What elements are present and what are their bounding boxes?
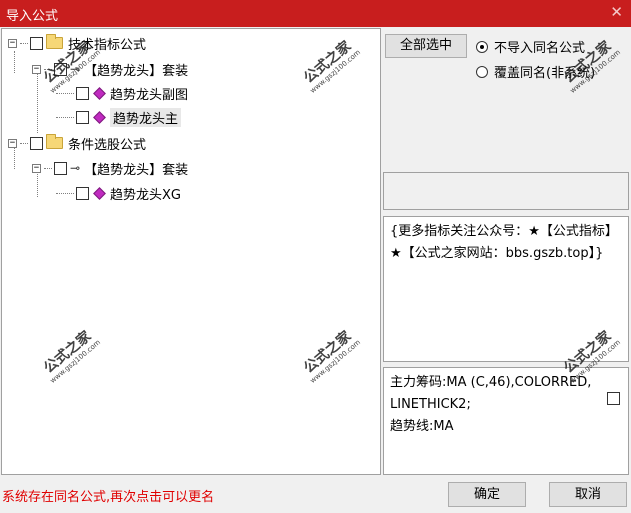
close-icon[interactable]: ✕	[610, 3, 623, 21]
folder-icon	[46, 134, 63, 149]
key-icon: ⊸	[70, 161, 81, 175]
collapse-icon[interactable]: −	[32, 163, 41, 173]
formula-tree[interactable]: − 技术指标公式 − ⊸ 【趋势龙头】套装 趋势龙头副图 趋势龙头主 − 条件选…	[1, 28, 381, 475]
node-label: 【趋势龙头】套装	[84, 162, 189, 178]
radio-icon[interactable]	[476, 65, 488, 78]
node-checkbox[interactable]	[76, 186, 89, 200]
node-checkbox[interactable]	[76, 110, 89, 124]
description-text: {更多指标关注公众号：★【公式指标】★【公式之家网站：bbs.gszb.top】…	[390, 224, 618, 261]
tree-node-formula[interactable]: 趋势龙头主	[56, 106, 182, 128]
node-label: 趋势龙头主	[110, 107, 182, 127]
preview-checkbox[interactable]	[607, 392, 620, 405]
formula-icon	[93, 86, 106, 100]
name-field[interactable]	[383, 172, 629, 210]
collapse-icon[interactable]: −	[8, 38, 17, 48]
formula-icon	[93, 186, 106, 200]
cancel-button[interactable]: 取消	[549, 482, 627, 507]
node-checkbox[interactable]	[76, 86, 89, 100]
node-checkbox[interactable]	[30, 36, 43, 50]
status-message: 系统存在同名公式,再次点击可以更名	[2, 490, 215, 505]
tree-connector	[14, 51, 15, 73]
node-label: 条件选股公式	[68, 137, 147, 153]
collapse-icon[interactable]: −	[32, 64, 41, 74]
node-checkbox[interactable]	[30, 136, 43, 150]
node-label: 趋势龙头副图	[110, 87, 189, 103]
node-label: 【趋势龙头】套装	[84, 63, 189, 79]
formula-preview-text: 主力筹码:MA (C,46),COLORRED,LINETHICK2; 趋势线:…	[390, 375, 592, 434]
tree-connector	[37, 73, 38, 133]
tree-node-stock-screening[interactable]: − 条件选股公式	[8, 132, 146, 154]
tree-node-formula[interactable]: 趋势龙头XG	[56, 182, 181, 204]
formula-preview-box: 主力筹码:MA (C,46),COLORRED,LINETHICK2; 趋势线:…	[383, 367, 629, 475]
folder-icon	[46, 34, 63, 49]
select-all-button[interactable]: 全部选中	[385, 34, 467, 58]
radio-label: 不导入同名公式	[494, 41, 586, 56]
ok-button[interactable]: 确定	[448, 482, 526, 507]
title-bar: 导入公式 ✕	[0, 0, 631, 27]
radio-selected-icon[interactable]	[476, 40, 488, 53]
tree-node-suite-2[interactable]: − ⊸ 【趋势龙头】套装	[32, 157, 188, 179]
node-checkbox[interactable]	[54, 161, 67, 175]
window-title: 导入公式	[6, 9, 59, 24]
formula-icon	[93, 110, 106, 124]
radio-skip-duplicates[interactable]: 不导入同名公式	[476, 37, 585, 56]
node-label: 趋势龙头XG	[110, 187, 181, 203]
tree-node-formula[interactable]: 趋势龙头副图	[56, 82, 188, 104]
collapse-icon[interactable]: −	[8, 138, 17, 148]
